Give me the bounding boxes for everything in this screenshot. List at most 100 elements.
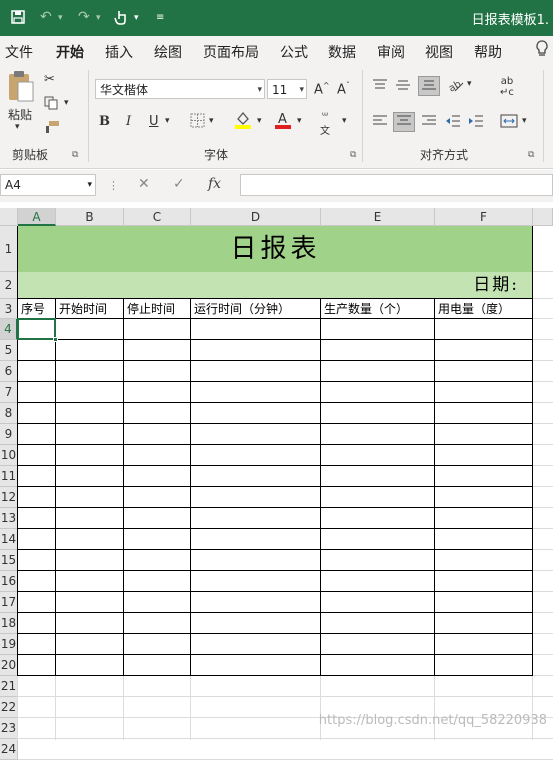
align-right-icon[interactable]: [421, 114, 437, 132]
tab-review[interactable]: 审阅: [377, 42, 405, 62]
paste-dropdown-icon[interactable]: ▾: [15, 122, 20, 132]
copy-dropdown-icon[interactable]: ▾: [64, 98, 69, 108]
row-header-1[interactable]: 1: [0, 226, 18, 272]
tab-view[interactable]: 视图: [425, 42, 453, 62]
increase-font-size-icon[interactable]: A^: [314, 81, 330, 97]
selected-cell-a4[interactable]: [17, 318, 56, 340]
alignment-launcher-icon[interactable]: ⧉: [528, 150, 534, 160]
row-header-21[interactable]: 21: [0, 676, 18, 697]
touch-mode-icon[interactable]: [114, 9, 128, 29]
row-header-16[interactable]: 16: [0, 571, 18, 592]
row-header-20[interactable]: 20: [0, 655, 18, 676]
row-header-17[interactable]: 17: [0, 592, 18, 613]
orientation-icon[interactable]: ab: [447, 77, 465, 97]
row-header-22[interactable]: 22: [0, 697, 18, 718]
column-title-cell[interactable]: 开始时间: [59, 299, 123, 319]
insert-function-icon[interactable]: fx: [208, 176, 221, 192]
decrease-indent-icon[interactable]: [445, 114, 461, 132]
cancel-icon[interactable]: ✕: [138, 176, 150, 192]
font-launcher-icon[interactable]: ⧉: [350, 150, 356, 160]
tab-help[interactable]: 帮助: [474, 42, 502, 62]
formula-input[interactable]: [240, 174, 553, 196]
row-header-7[interactable]: 7: [0, 382, 18, 403]
tab-formulas[interactable]: 公式: [280, 42, 308, 62]
row-header-12[interactable]: 12: [0, 487, 18, 508]
save-icon[interactable]: [10, 9, 26, 29]
date-cell[interactable]: 日期:: [18, 272, 533, 299]
fill-color-icon[interactable]: [234, 110, 252, 134]
orientation-dropdown-icon[interactable]: ▾: [467, 79, 472, 89]
paste-button[interactable]: [6, 70, 36, 108]
sheet-title-cell[interactable]: 日报表: [18, 226, 533, 272]
cut-icon[interactable]: ✂: [44, 72, 55, 87]
font-size-select[interactable]: 11 ▾: [267, 79, 307, 99]
undo-icon[interactable]: ↶: [40, 9, 52, 25]
column-title-cell[interactable]: 运行时间（分钟）: [194, 299, 320, 319]
fill-handle[interactable]: [53, 337, 58, 342]
align-middle-icon[interactable]: [395, 78, 411, 96]
column-header-d[interactable]: D: [191, 208, 321, 226]
column-title-cell[interactable]: 生产数量（个）: [324, 299, 434, 319]
row-header-9[interactable]: 9: [0, 424, 18, 445]
decrease-font-size-icon[interactable]: Aˇ: [337, 81, 350, 97]
row-header-18[interactable]: 18: [0, 613, 18, 634]
customize-qat-icon[interactable]: ≡: [156, 12, 164, 23]
row-header-13[interactable]: 13: [0, 508, 18, 529]
phonetic-guide-icon[interactable]: ᵚ文: [320, 111, 330, 137]
row-header-24[interactable]: 24: [0, 739, 18, 760]
align-center-icon[interactable]: [393, 112, 415, 132]
column-header-b[interactable]: B: [56, 208, 124, 226]
redo-dropdown-icon[interactable]: ▾: [96, 13, 101, 23]
row-header-3[interactable]: 3: [0, 299, 18, 319]
tab-page-layout[interactable]: 页面布局: [203, 42, 259, 62]
tab-data[interactable]: 数据: [328, 42, 356, 62]
tab-file[interactable]: 文件: [5, 42, 33, 62]
tab-insert[interactable]: 插入: [105, 42, 133, 62]
row-header-8[interactable]: 8: [0, 403, 18, 424]
row-header-14[interactable]: 14: [0, 529, 18, 550]
column-title-cell[interactable]: 停止时间: [127, 299, 190, 319]
column-header-a[interactable]: A: [18, 208, 56, 226]
tab-home[interactable]: 开始: [56, 42, 84, 67]
column-title-cell[interactable]: 用电量（度）: [438, 299, 532, 319]
row-header-11[interactable]: 11: [0, 466, 18, 487]
copy-icon[interactable]: [44, 96, 58, 114]
row-header-6[interactable]: 6: [0, 361, 18, 382]
underline-icon[interactable]: U: [149, 114, 159, 129]
format-painter-icon[interactable]: [44, 120, 60, 138]
borders-dropdown-icon[interactable]: ▾: [209, 116, 214, 126]
lightbulb-icon[interactable]: [535, 40, 549, 62]
align-left-icon[interactable]: [372, 114, 388, 132]
column-header-f[interactable]: F: [435, 208, 533, 226]
merge-center-icon[interactable]: [500, 114, 518, 132]
align-top-icon[interactable]: [372, 78, 388, 96]
font-name-select[interactable]: 华文楷体 ▾: [95, 79, 265, 99]
font-color-dropdown-icon[interactable]: ▾: [297, 116, 302, 126]
clipboard-launcher-icon[interactable]: ⧉: [72, 150, 78, 160]
redo-icon[interactable]: ↷: [78, 9, 90, 25]
bold-icon[interactable]: B: [99, 114, 110, 129]
column-title-cell[interactable]: 序号: [21, 299, 55, 319]
name-box[interactable]: A4 ▾: [0, 174, 96, 196]
fill-color-dropdown-icon[interactable]: ▾: [257, 116, 262, 126]
select-all-corner[interactable]: [0, 208, 18, 226]
underline-dropdown-icon[interactable]: ▾: [165, 116, 170, 126]
row-header-2[interactable]: 2: [0, 272, 18, 299]
enter-icon[interactable]: ✓: [173, 176, 185, 192]
touch-mode-dropdown-icon[interactable]: ▾: [134, 13, 139, 23]
row-header-5[interactable]: 5: [0, 340, 18, 361]
column-header-e[interactable]: E: [321, 208, 435, 226]
undo-dropdown-icon[interactable]: ▾: [58, 13, 63, 23]
borders-icon[interactable]: [190, 113, 205, 132]
row-header-23[interactable]: 23: [0, 718, 18, 739]
italic-icon[interactable]: I: [126, 114, 131, 129]
row-header-10[interactable]: 10: [0, 445, 18, 466]
row-header-4[interactable]: 4: [0, 319, 18, 340]
phonetic-dropdown-icon[interactable]: ▾: [342, 116, 347, 126]
row-header-19[interactable]: 19: [0, 634, 18, 655]
align-bottom-icon[interactable]: [418, 76, 440, 96]
tab-draw[interactable]: 绘图: [154, 42, 182, 62]
row-header-15[interactable]: 15: [0, 550, 18, 571]
increase-indent-icon[interactable]: [468, 114, 484, 132]
column-header-c[interactable]: C: [124, 208, 191, 226]
